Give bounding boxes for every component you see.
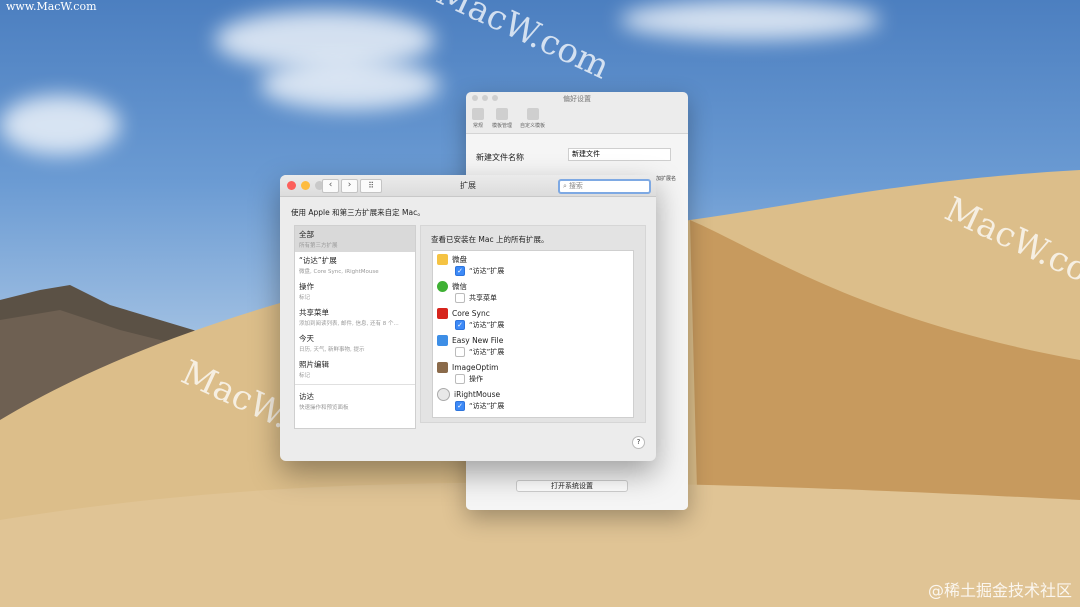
general-icon bbox=[472, 108, 484, 120]
easy-new-file-icon bbox=[437, 334, 448, 346]
watermark-url: www.MacW.com bbox=[6, 0, 97, 13]
category-list: 全部 所有第三方扩展 “访达”扩展 微盘, Core Sync, iRightM… bbox=[294, 225, 416, 429]
list-item: Core Sync ✓ “访达”扩展 bbox=[433, 305, 633, 332]
category-photo-editing[interactable]: 照片编辑 标记 bbox=[295, 356, 415, 382]
search-field[interactable]: ⌕ 搜索 bbox=[558, 179, 651, 194]
list-item: 微盘 ✓ “访达”扩展 bbox=[433, 251, 633, 278]
open-system-settings-button[interactable]: 打开系统设置 bbox=[516, 480, 628, 492]
weipan-icon bbox=[437, 253, 448, 265]
folder-icon bbox=[526, 108, 539, 120]
extension-checkbox[interactable] bbox=[455, 374, 465, 384]
extensions-titlebar: ‹ › ⠿ 扩展 ⌕ 搜索 bbox=[280, 175, 656, 197]
category-today[interactable]: 今天 日历, 天气, 新鲜事物, 提示 bbox=[295, 330, 415, 356]
list-item: 微信 共享菜单 bbox=[433, 278, 633, 305]
extension-label: 加扩展名 bbox=[656, 176, 677, 182]
extension-app-list: 微盘 ✓ “访达”扩展 微信 共享菜单 Core Sync ✓ “访达”扩展 Eas… bbox=[432, 250, 634, 418]
document-icon bbox=[496, 108, 508, 120]
filename-label: 新建文件名称 bbox=[476, 153, 524, 162]
detail-heading: 查看已安装在 Mac 上的所有扩展。 bbox=[431, 235, 549, 244]
intro-text: 使用 Apple 和第三方扩展来自定 Mac。 bbox=[291, 208, 425, 217]
wechat-icon bbox=[437, 280, 448, 292]
tab-template-manage[interactable]: 模板管理 bbox=[492, 108, 512, 129]
category-all[interactable]: 全部 所有第三方扩展 bbox=[295, 226, 415, 252]
extension-checkbox[interactable] bbox=[455, 293, 465, 303]
tab-general[interactable]: 常规 bbox=[472, 108, 484, 129]
extension-checkbox[interactable]: ✓ bbox=[455, 401, 465, 411]
search-placeholder: 搜索 bbox=[568, 182, 583, 190]
preferences-toolbar: 常规 模板管理 自定义模板 bbox=[466, 106, 688, 134]
extension-checkbox[interactable]: ✓ bbox=[455, 320, 465, 330]
help-button[interactable]: ? bbox=[632, 436, 645, 449]
imageoptim-icon bbox=[437, 361, 448, 373]
category-finder[interactable]: 访达 快速操作和预览面板 bbox=[295, 384, 415, 414]
category-actions[interactable]: 操作 标记 bbox=[295, 278, 415, 304]
list-item: ImageOptim 操作 bbox=[433, 359, 633, 386]
filename-input[interactable]: 新建文件 bbox=[568, 148, 671, 161]
core-sync-icon bbox=[437, 307, 448, 319]
extension-checkbox[interactable] bbox=[455, 347, 465, 357]
tab-custom-template[interactable]: 自定义模板 bbox=[520, 108, 545, 129]
category-share-menu[interactable]: 共享菜单 添加到阅读列表, 邮件, 信息, 还有 8 个... bbox=[295, 304, 415, 330]
preferences-title: 偏好设置 bbox=[563, 95, 591, 103]
extensions-window: ‹ › ⠿ 扩展 ⌕ 搜索 使用 Apple 和第三方扩展来自定 Mac。 全部… bbox=[280, 175, 656, 461]
search-icon: ⌕ bbox=[563, 182, 567, 190]
irightmouse-icon bbox=[437, 387, 450, 401]
footer-watermark: @稀土掘金技术社区 bbox=[927, 581, 1072, 600]
category-finder-extensions[interactable]: “访达”扩展 微盘, Core Sync, iRightMouse bbox=[295, 252, 415, 278]
list-item: iRightMouse ✓ “访达”扩展 bbox=[433, 386, 633, 413]
list-item: Easy New File “访达”扩展 bbox=[433, 332, 633, 359]
extension-checkbox[interactable]: ✓ bbox=[455, 266, 465, 276]
preferences-titlebar: 偏好设置 bbox=[466, 92, 688, 106]
extensions-detail-pane: 查看已安装在 Mac 上的所有扩展。 微盘 ✓ “访达”扩展 微信 共享菜单 Co… bbox=[420, 225, 646, 423]
